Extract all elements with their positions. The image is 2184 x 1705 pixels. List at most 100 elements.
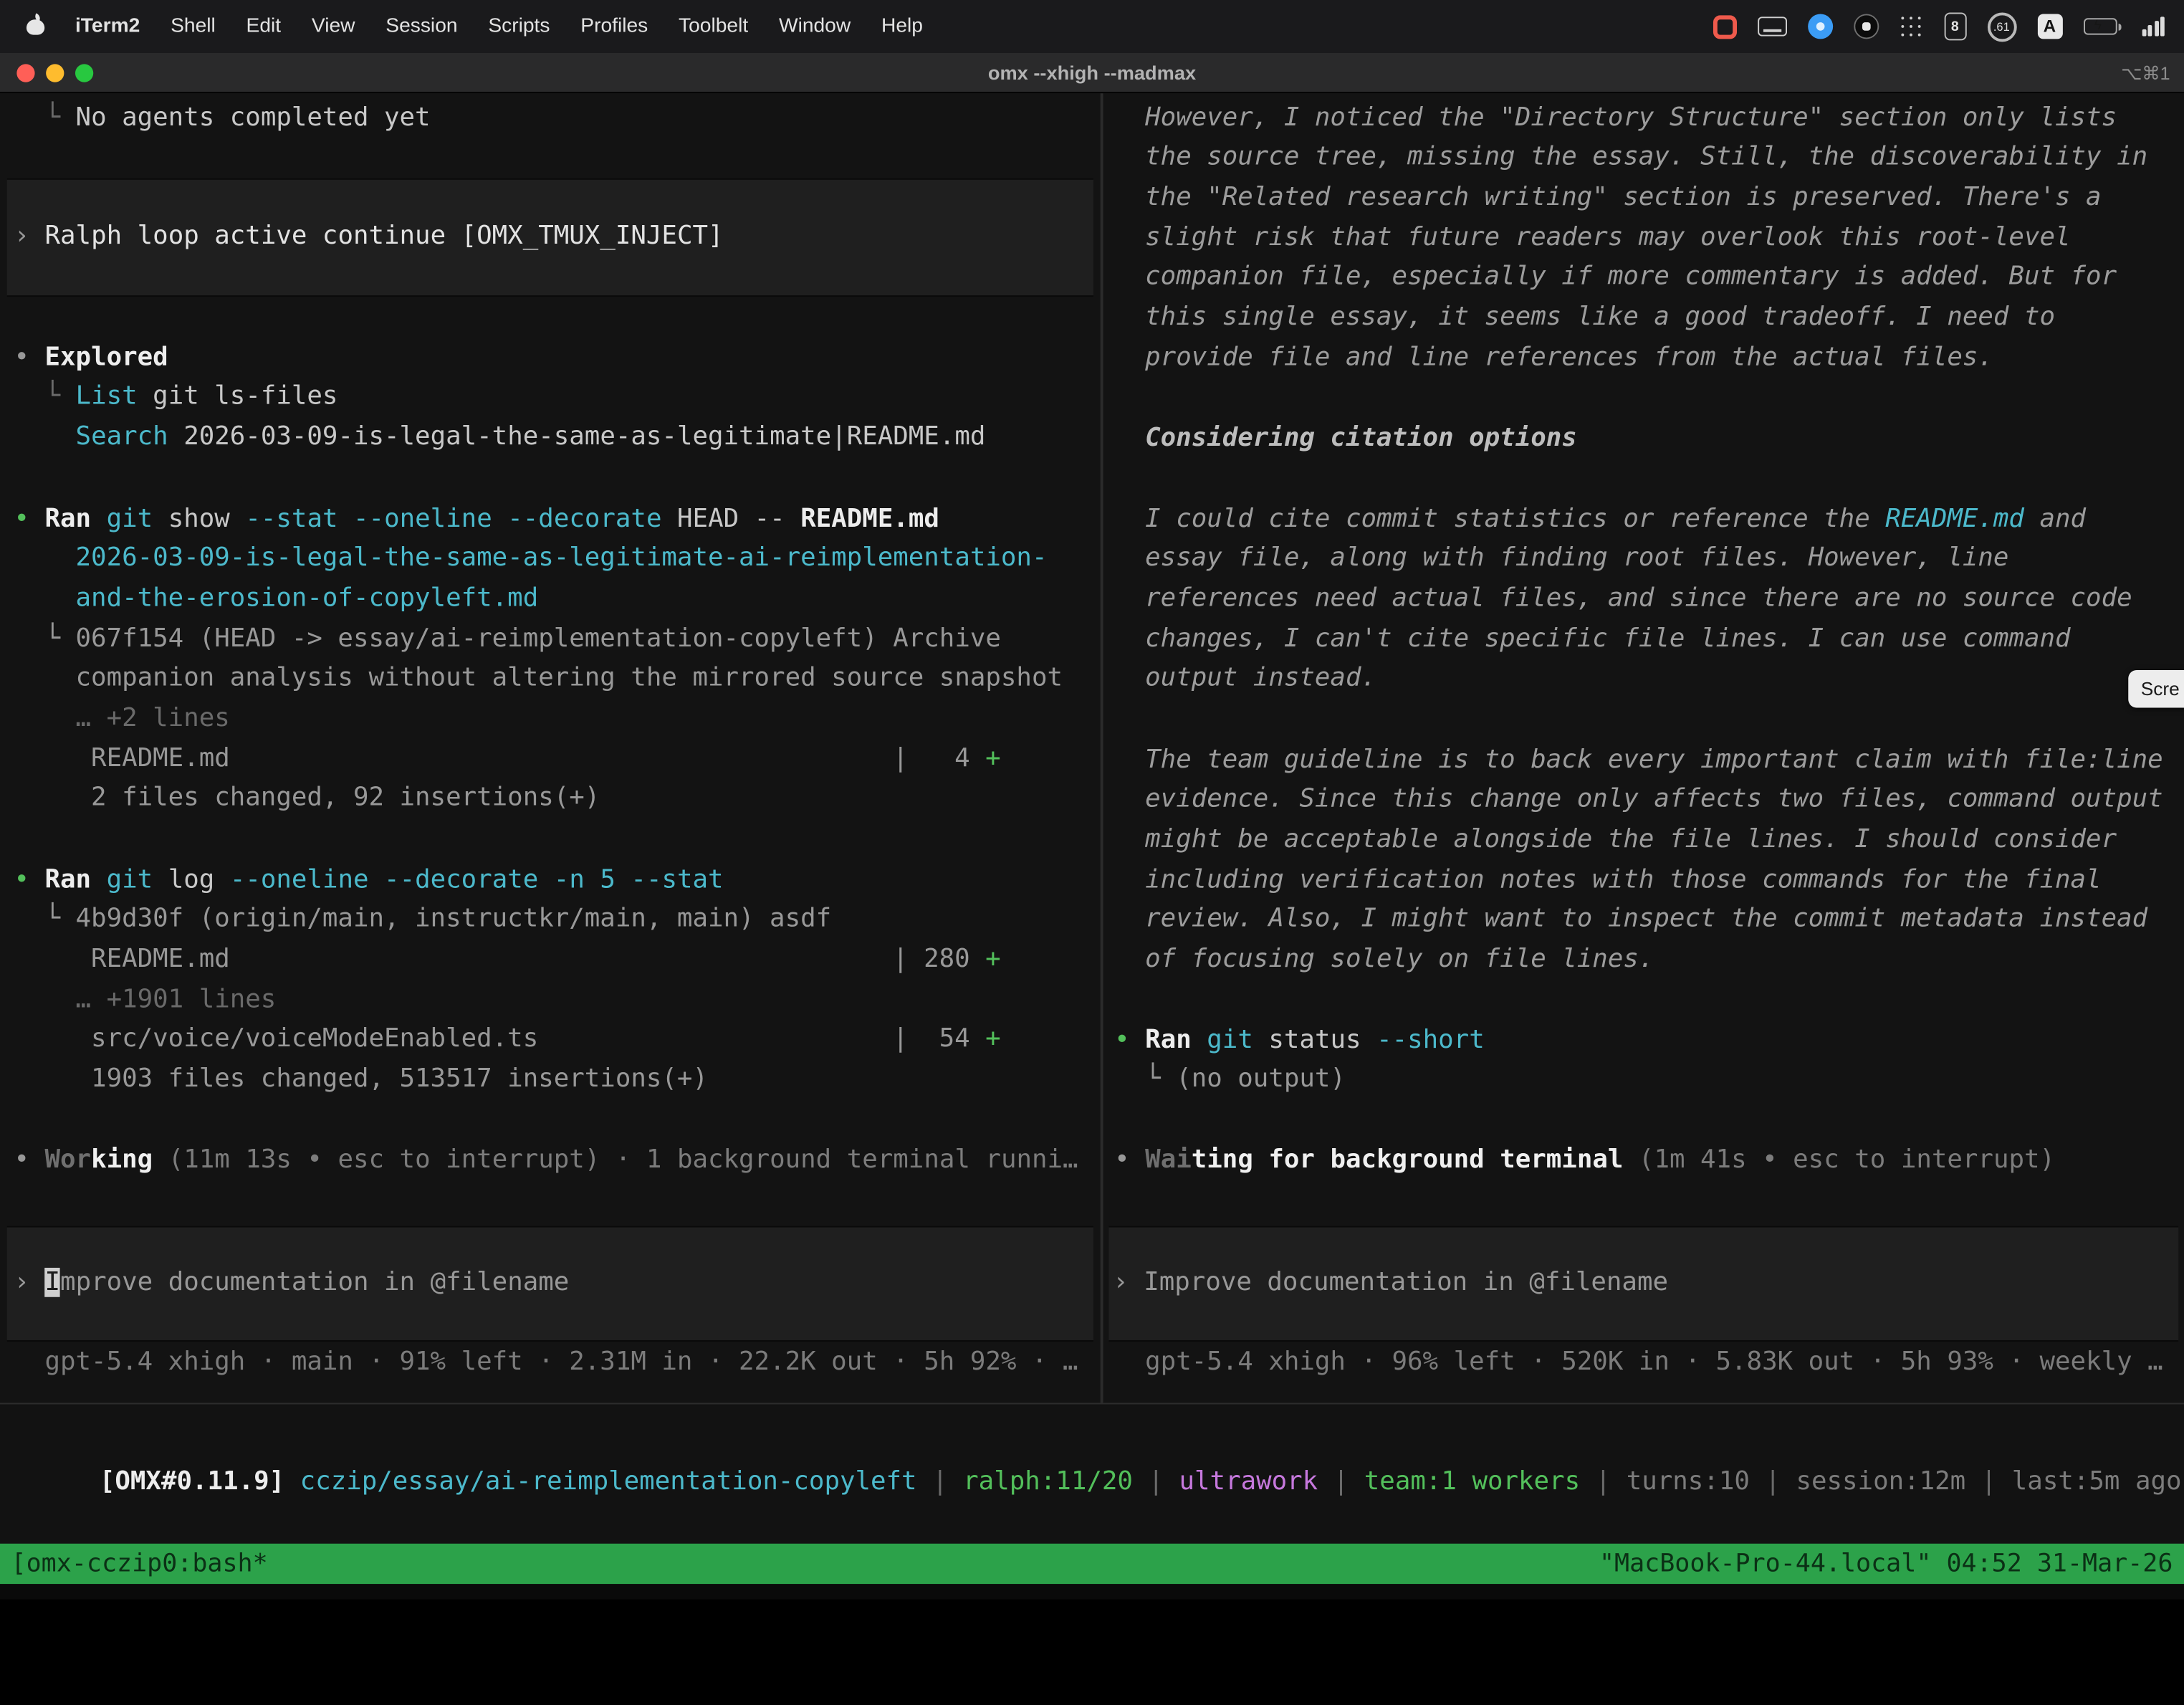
apple-menu[interactable] — [11, 12, 60, 40]
separator: | — [1965, 1467, 2012, 1496]
macos-menu-bar: iTerm2 Shell Edit View Session Scripts P… — [0, 0, 2184, 53]
thinking-line: the source tree, missing the essay. Stil… — [1103, 138, 2184, 178]
thinking-line: might be acceptable alongside the file l… — [1103, 821, 2184, 861]
tree-glyph: └ — [14, 102, 75, 132]
thinking-paragraph-3: The team guideline is to back every impo… — [1103, 740, 2184, 980]
keyboard-icon[interactable] — [1757, 16, 1786, 36]
explored-block: • Explored └ List git ls-files Search 20… — [0, 338, 1101, 458]
git-status-block: • Ran git status --short └ (no output) — [1103, 1021, 2184, 1101]
thinking-line: references need actual files, and since … — [1103, 580, 2184, 620]
screen-notification-button[interactable]: Scre — [2128, 670, 2184, 707]
cmd-sub: log — [168, 864, 230, 894]
menu-view[interactable]: View — [297, 15, 370, 37]
screen-recording-icon[interactable] — [1713, 14, 1736, 38]
cmd-flags: --oneline --decorate -n 5 --stat — [230, 864, 724, 894]
cmd-output-line: └ (no output) — [1103, 1061, 2184, 1101]
separator: | — [1133, 1467, 1179, 1496]
ralph-loop-banner[interactable]: › Ralph loop active continue [OMX_TMUX_I… — [7, 178, 1093, 297]
thinking-paragraph-2: I could cite commit statistics or refere… — [1103, 500, 2184, 699]
waiting-detail: (1m 41s • esc to interrupt) — [1623, 1145, 2055, 1174]
omx-ralph: ralph:11/20 — [963, 1467, 1133, 1496]
ran-label: Ran — [1145, 1025, 1207, 1054]
gauge-icon[interactable]: .61 — [1987, 12, 2016, 42]
action-args: 2026-03-09-is-legal-the-same-as-legitima… — [168, 422, 986, 452]
more-lines-indicator: … +1901 lines — [0, 980, 1101, 1021]
menu-toolbelt[interactable]: Toolbelt — [664, 15, 764, 37]
menu-items: iTerm2 Shell Edit View Session Scripts P… — [0, 12, 938, 40]
cmd-flags: --stat --oneline --decorate — [245, 504, 677, 533]
omx-version: [OMX#0.11.9] — [100, 1467, 300, 1496]
omx-last: last:5m ago — [2012, 1467, 2182, 1496]
more-lines-indicator: … +2 lines — [0, 699, 1101, 740]
thinking-line: essay file, along with finding root file… — [1103, 540, 2184, 580]
menu-help[interactable]: Help — [866, 15, 939, 37]
cmd-output-line: └ 4b9d30f (origin/main, instructkr/main,… — [0, 900, 1101, 940]
diffstat-plus: + — [985, 1024, 1001, 1054]
menu-shell[interactable]: Shell — [155, 15, 231, 37]
cmd-args: HEAD -- — [677, 504, 800, 533]
bullet-icon: • — [14, 864, 44, 894]
text-cursor: I — [45, 1268, 61, 1297]
thinking-line: of focusing solely on file lines. — [1103, 940, 2184, 980]
menu-edit[interactable]: Edit — [231, 15, 296, 37]
blue-app-icon[interactable] — [1807, 14, 1832, 39]
wifi-icon[interactable] — [2142, 16, 2165, 36]
cmd-flags: --short — [1376, 1025, 1485, 1054]
window-title: omx --xhigh --madmax — [0, 53, 2184, 93]
chevron-icon: › — [14, 221, 44, 251]
diffstat-count: | 4 — [893, 743, 985, 773]
menu-window[interactable]: Window — [764, 15, 866, 37]
cmd-output-line: └ 067f154 (HEAD -> essay/ai-reimplementa… — [0, 619, 1101, 659]
omx-branch: cczip/essay/ai-reimplementation-copyleft — [300, 1467, 917, 1496]
thinking-line: companion file, especially if more comme… — [1103, 258, 2184, 298]
battery-icon[interactable]: ϟ — [2083, 18, 2120, 34]
omx-session: session:12m — [1796, 1467, 1965, 1496]
tree-glyph: └ — [14, 382, 75, 411]
separator: | — [1750, 1467, 1796, 1496]
thinking-paragraph-1: However, I noticed the "Directory Struct… — [1103, 98, 2184, 378]
git-log-block: • Ran git log --oneline --decorate -n 5 … — [0, 861, 1101, 1101]
separator: | — [1580, 1467, 1627, 1496]
grid-icon[interactable] — [1899, 14, 1922, 38]
terminal-area: └ No agents completed yet › Ralph loop a… — [0, 93, 2184, 1403]
cmd-sub: show — [168, 504, 246, 533]
menu-profiles[interactable]: Profiles — [565, 15, 664, 37]
key-icon[interactable]: 8 — [1944, 12, 1966, 40]
prompt-chevron-icon: › — [14, 1268, 44, 1297]
prompt-input-left[interactable]: › Improve documentation in @filename — [7, 1226, 1093, 1342]
thinking-heading-text: Considering citation options — [1103, 419, 2184, 459]
diffstat-summary: 1903 files changed, 513517 insertions(+) — [0, 1060, 1101, 1100]
separator: | — [917, 1467, 964, 1496]
input-source-icon[interactable]: A — [2037, 14, 2062, 39]
model-status-left: gpt-5.4 xhigh · main · 91% left · 2.31M … — [0, 1342, 1101, 1382]
prompt-input-right[interactable]: › Improve documentation in @filename — [1108, 1226, 2178, 1342]
explored-title: Explored — [45, 342, 168, 371]
cmd-git: git — [107, 504, 168, 533]
omx-status-line: [OMX#0.11.9] cczip/essay/ai-reimplementa… — [0, 1423, 2184, 1463]
bullet-icon: • — [1114, 1145, 1145, 1174]
diffstat-plus: + — [985, 945, 1001, 974]
thinking-line: The team guideline is to back every impo… — [1103, 740, 2184, 780]
diffstat-summary: 2 files changed, 92 insertions(+) — [0, 779, 1101, 819]
menu-iterm2[interactable]: iTerm2 — [60, 15, 155, 37]
thinking-line: evidence. Since this change only affects… — [1103, 780, 2184, 821]
menu-scripts[interactable]: Scripts — [473, 15, 565, 37]
separator: | — [1318, 1467, 1364, 1496]
diffstat-count: | 54 — [893, 1024, 985, 1054]
prompt-chevron-icon: › — [1113, 1268, 1144, 1297]
thinking-line: provide file and line references from th… — [1103, 338, 2184, 378]
window-title-bar: omx --xhigh --madmax ⌥⌘1 — [0, 53, 2184, 93]
battery-bolt-icon: ϟ — [2094, 18, 2102, 33]
dark-app-icon[interactable] — [1853, 14, 1878, 39]
prompt-text: Improve documentation in @filename — [1144, 1268, 1668, 1297]
cmd-git: git — [107, 864, 168, 894]
thinking-heading: Considering citation options — [1103, 419, 2184, 459]
apple-icon — [27, 12, 44, 34]
status-separator — [0, 1403, 2184, 1404]
model-status-text: gpt-5.4 xhigh · main · 91% left · 2.31M … — [0, 1342, 1101, 1382]
diffstat-plus: + — [985, 743, 1001, 773]
menu-session[interactable]: Session — [370, 15, 473, 37]
model-status-right: gpt-5.4 xhigh · 96% left · 520K in · 5.8… — [1103, 1342, 2184, 1382]
left-pane: └ No agents completed yet › Ralph loop a… — [0, 93, 1101, 1403]
below-bar-gap — [0, 1584, 2184, 1599]
